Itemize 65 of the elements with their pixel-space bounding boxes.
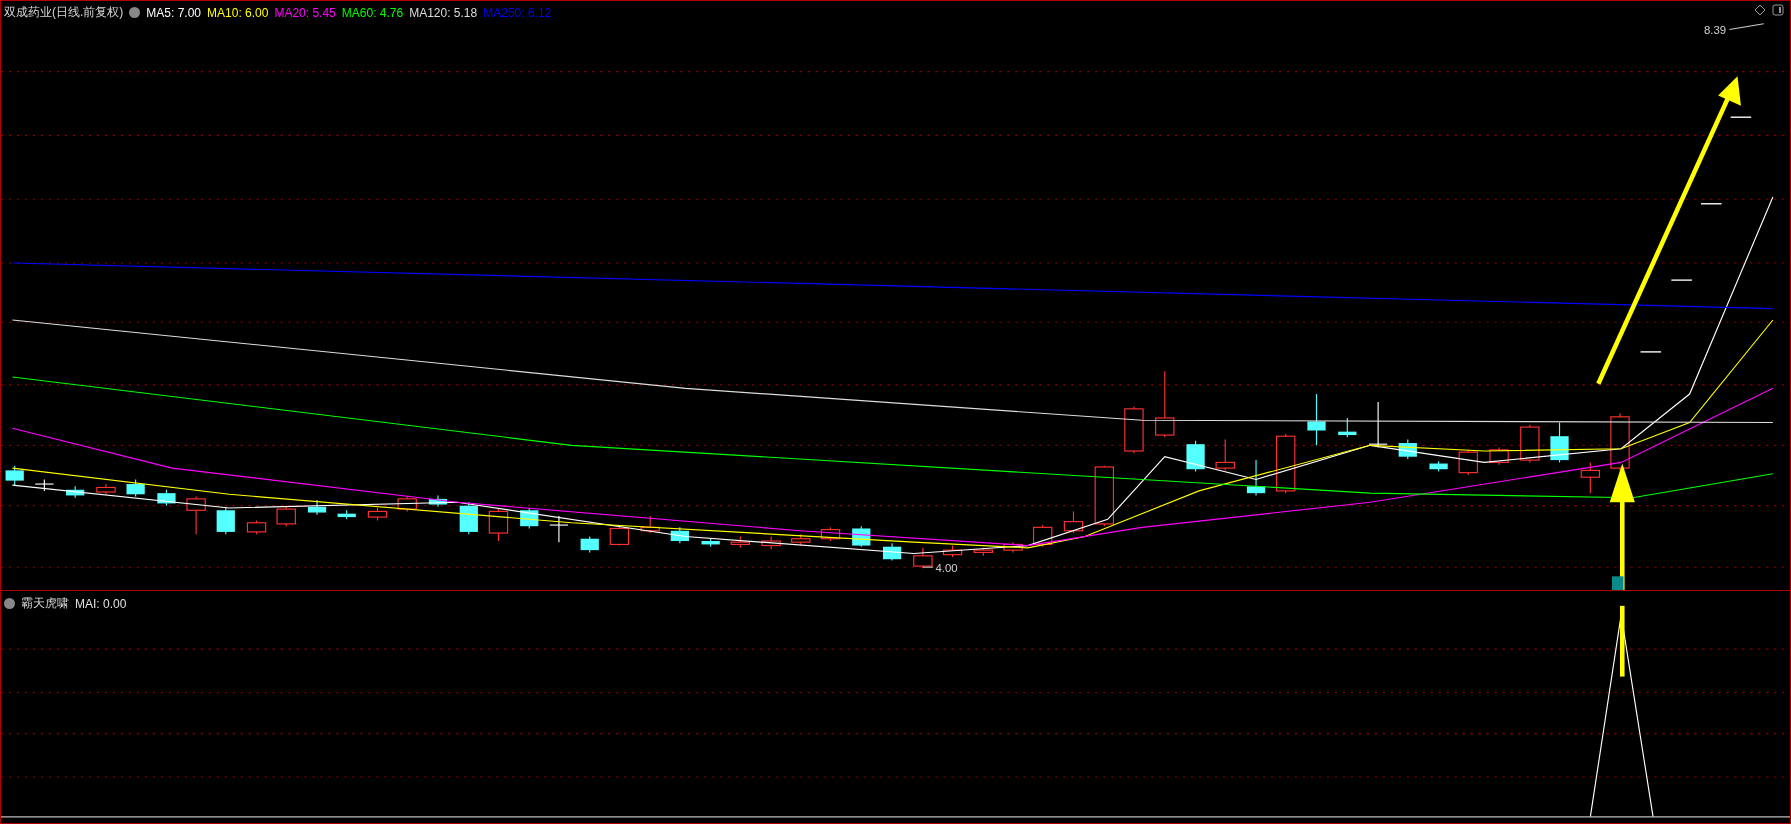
candlestick [1307,393,1326,446]
candlestick [216,507,235,535]
candlestick [1338,417,1357,438]
candlestick [186,496,206,535]
candlestick [397,496,417,512]
candlestick [520,507,539,530]
candlestick [1580,461,1601,494]
candlestick [580,535,599,553]
candlestick [1246,459,1266,496]
candlestick [488,507,509,542]
moving-average-label: MA60: 4.76 [341,5,404,20]
candlestick [459,501,478,535]
candlestick [942,545,963,558]
moving-average-label: MA250: 6.12 [483,5,552,20]
candlestick [791,533,811,547]
candlestick [820,526,841,542]
candlestick [913,547,933,569]
indicator-name: 霸天虎啸 [21,595,69,612]
candlestick [1003,541,1023,553]
candlestick [1398,439,1417,460]
candlestick [246,519,267,535]
candlestick [1215,439,1235,471]
candlestick [34,478,55,492]
candlestick [157,489,176,507]
candlestick [367,507,388,522]
candlestick [307,499,327,516]
candlestick [670,526,689,544]
dropdown-icon[interactable] [129,7,141,18]
signal-marker-icon [1612,576,1624,590]
moving-average-label: MA5: 7.00 [146,5,202,20]
candlestick [1368,401,1388,449]
candlestick [1429,460,1448,473]
candlestick [1155,370,1175,438]
candlestick [1458,449,1478,476]
moving-average-label: MA20: 5.45 [274,5,336,20]
candlestick [640,515,660,534]
moving-average-label: MA10: 6.00 [207,5,269,20]
diamond-icon[interactable] [1754,4,1766,16]
chart-title: 双成药业(日线.前复权) [4,4,124,21]
candlestick [276,505,296,527]
candlestick [337,509,356,520]
candlestick [1550,421,1569,463]
panel-toggle-icon[interactable] [1772,4,1784,16]
candlestick [5,465,24,486]
candlestick [1124,406,1144,454]
candlestick [549,515,569,543]
candlestick [609,524,630,547]
dropdown-icon[interactable] [4,598,15,609]
candlestick [428,494,448,508]
candlestick [701,538,720,548]
candlestick [1276,433,1296,494]
candlestick [1520,424,1540,463]
candlestick [1186,440,1205,473]
candlestick [1063,510,1084,534]
indicator-reading: MAI: 0.00 [75,596,127,611]
candlestick [126,478,145,498]
candlestick [761,535,781,550]
moving-average-label: MA120: 5.18 [409,5,478,20]
candlestick [1094,465,1114,527]
candlestick [66,485,85,499]
candlestick [730,535,751,549]
candlestick [882,542,902,561]
candlestick [973,547,994,557]
candlestick [1489,447,1509,466]
candlestick [96,483,116,495]
